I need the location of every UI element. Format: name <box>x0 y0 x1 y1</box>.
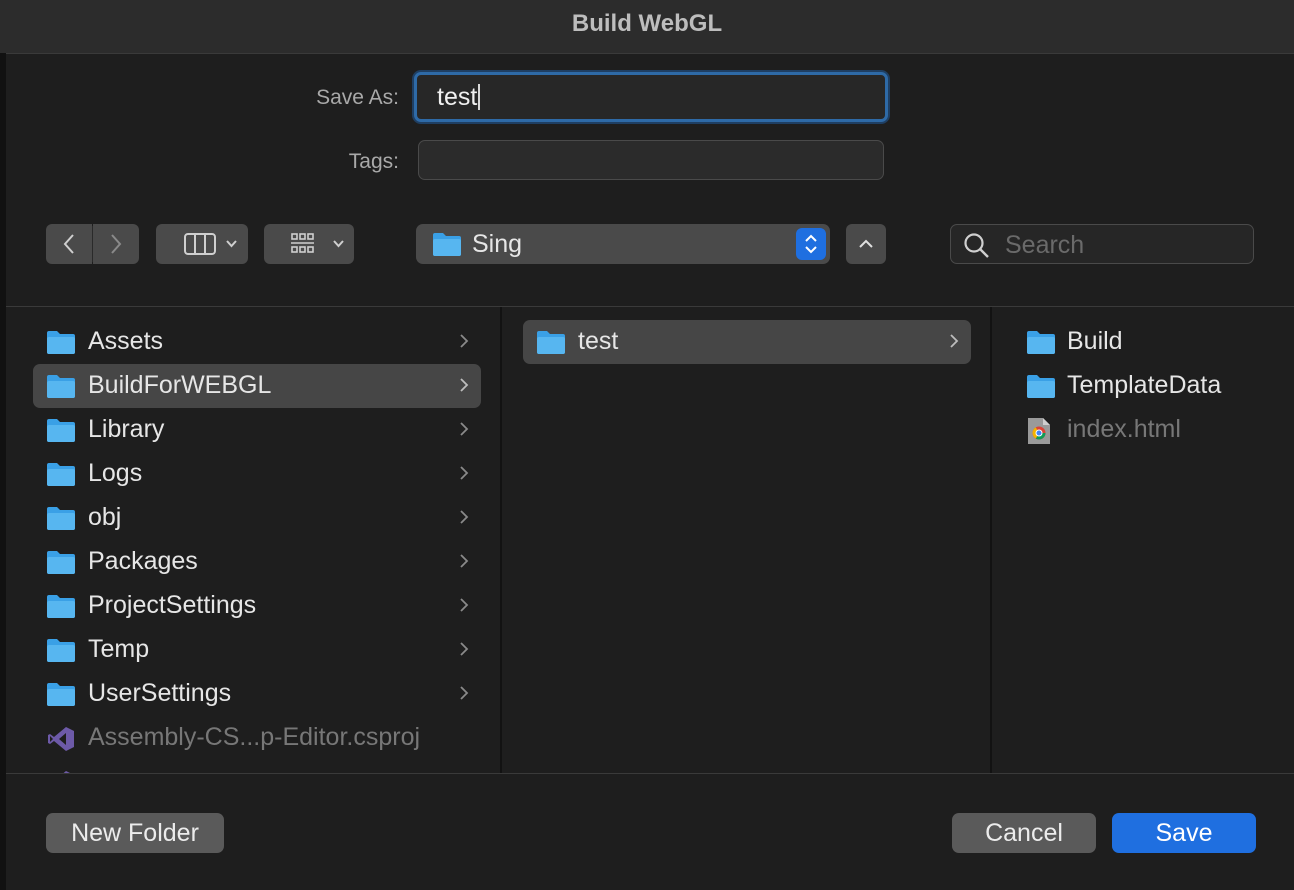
folder-icon <box>1027 331 1055 354</box>
list-item-test[interactable]: test <box>523 320 971 364</box>
item-name: Assembly-CS...p-Editor.csproj <box>88 723 421 751</box>
list-item-templatedata[interactable]: TemplateData <box>1013 364 1294 408</box>
item-name: ProjectSettings <box>88 591 257 619</box>
chevron-right-icon <box>111 234 122 254</box>
chevron-right-icon <box>460 598 469 612</box>
list-item-csproj[interactable]: Assembly-CS...p-Editor.csproj <box>33 716 481 760</box>
folder-icon <box>47 639 75 662</box>
list-item-projectsettings[interactable]: ProjectSettings <box>33 584 481 628</box>
item-name: UserSettings <box>88 679 232 707</box>
chevron-right-icon <box>460 334 469 348</box>
item-name: BuildForWEBGL <box>88 371 272 399</box>
list-item-assets[interactable]: Assets <box>33 320 481 364</box>
chevron-right-icon <box>460 554 469 568</box>
grid-group-icon <box>291 233 344 253</box>
chevron-right-icon <box>460 642 469 656</box>
folder-icon <box>537 331 565 354</box>
list-item-build[interactable]: Build <box>1013 320 1294 364</box>
search-placeholder: Search <box>1005 231 1085 259</box>
visual-studio-icon <box>48 727 74 751</box>
text-caret <box>478 84 481 110</box>
item-name: Assets <box>88 327 164 355</box>
chevron-right-icon <box>460 686 469 700</box>
new-folder-button[interactable]: New Folder <box>46 813 224 853</box>
search-icon <box>964 233 989 258</box>
location-label: Sing <box>472 230 523 258</box>
chevron-right-icon <box>460 466 469 480</box>
search-field[interactable]: Search <box>950 224 1254 264</box>
group-button[interactable] <box>264 224 354 264</box>
item-name: TemplateData <box>1067 371 1222 399</box>
item-name: Build <box>1067 327 1123 355</box>
list-item-temp[interactable]: Temp <box>33 628 481 672</box>
forward-button[interactable] <box>93 224 139 264</box>
list-item-partial <box>33 760 481 773</box>
up-down-chevron-icon <box>805 234 817 254</box>
list-item-index-html[interactable]: index.html <box>1013 408 1294 452</box>
chevron-left-icon <box>63 234 74 254</box>
back-button[interactable] <box>46 224 92 264</box>
item-name: Logs <box>88 459 143 487</box>
save-as-value: test <box>437 83 478 111</box>
chevron-up-icon <box>859 239 873 248</box>
chevron-right-icon <box>460 378 469 392</box>
html-file-icon <box>1028 418 1050 444</box>
column-3: Build TemplateData index.html <box>992 307 1294 773</box>
save-button[interactable]: Save <box>1112 813 1256 853</box>
folder-icon <box>47 419 75 442</box>
list-item-obj[interactable]: obj <box>33 496 481 540</box>
enclosing-folder-button[interactable] <box>846 224 886 264</box>
folder-icon <box>1027 375 1055 398</box>
column-1: Assets BuildForWEBGL Library Logs obj Pa… <box>6 307 500 773</box>
window-title: Build WebGL <box>571 10 723 37</box>
item-name: index.html <box>1067 415 1181 443</box>
tags-field[interactable] <box>418 140 884 180</box>
item-name: Packages <box>88 547 198 575</box>
item-name: Temp <box>88 635 150 663</box>
folder-icon <box>433 233 461 256</box>
title-bar: Build WebGL <box>0 0 1294 54</box>
column-2: test <box>502 307 990 773</box>
folder-icon <box>47 463 75 486</box>
column-view-icon <box>184 233 237 255</box>
save-as-field[interactable]: test <box>414 72 888 122</box>
list-item-usersettings[interactable]: UserSettings <box>33 672 481 716</box>
save-as-label: Save As: <box>316 86 399 109</box>
folder-icon <box>47 375 75 398</box>
item-name: Library <box>88 415 165 443</box>
location-popup[interactable]: Sing <box>416 224 830 264</box>
list-item-library[interactable]: Library <box>33 408 481 452</box>
popup-stepper <box>796 228 826 260</box>
list-item-packages[interactable]: Packages <box>33 540 481 584</box>
folder-icon <box>47 595 75 618</box>
chevron-right-icon <box>950 334 959 348</box>
chevron-right-icon <box>460 422 469 436</box>
item-name: test <box>578 327 619 355</box>
tags-label: Tags: <box>348 150 399 173</box>
list-item-logs[interactable]: Logs <box>33 452 481 496</box>
view-mode-button[interactable] <box>156 224 248 264</box>
folder-icon <box>47 551 75 574</box>
item-name: obj <box>88 503 122 531</box>
chevron-right-icon <box>460 510 469 524</box>
visual-studio-icon <box>63 771 70 773</box>
folder-icon <box>47 507 75 530</box>
folder-icon <box>47 683 75 706</box>
cancel-button[interactable]: Cancel <box>952 813 1096 853</box>
list-item-buildforwebgl[interactable]: BuildForWEBGL <box>33 364 481 408</box>
folder-icon <box>47 331 75 354</box>
column-browser: Assets BuildForWEBGL Library Logs obj Pa… <box>6 306 1294 774</box>
